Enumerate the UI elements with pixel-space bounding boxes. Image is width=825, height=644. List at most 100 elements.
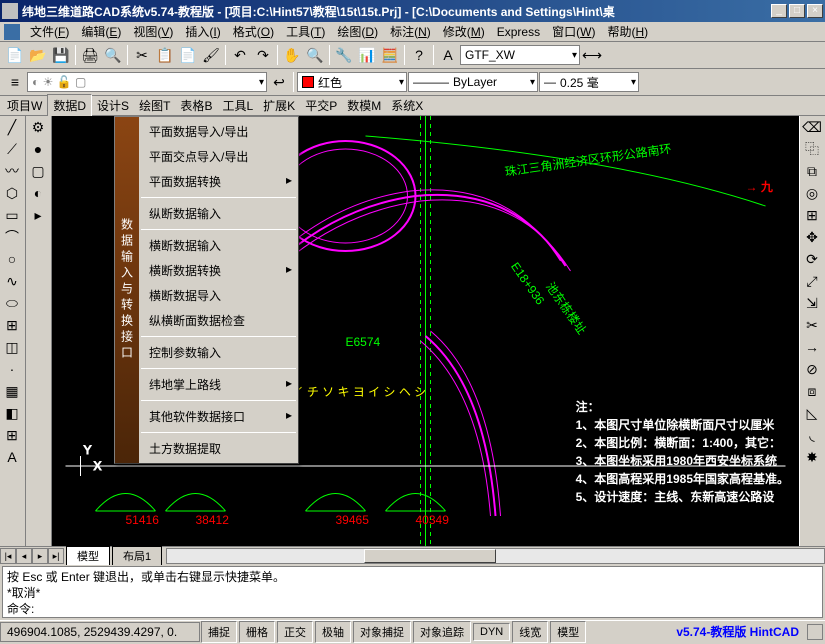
status-DYN[interactable]: DYN xyxy=(473,623,510,641)
mirror-icon[interactable]: ⧉ xyxy=(800,160,824,182)
h4-icon[interactable]: ◐ xyxy=(26,182,50,204)
submenu-扩展K[interactable]: 扩展K xyxy=(258,95,300,116)
pline-icon[interactable]: 〰 xyxy=(0,160,24,182)
dim-icon[interactable]: ⟷ xyxy=(581,44,603,66)
menu-窗口(W)[interactable]: 窗口(W) xyxy=(546,21,601,42)
menuitem-纵断数据输入[interactable]: 纵断数据输入 xyxy=(139,201,298,226)
status-极轴[interactable]: 极轴 xyxy=(315,621,351,643)
menu-Express[interactable]: Express xyxy=(491,23,546,41)
menu-格式(O)[interactable]: 格式(O) xyxy=(227,21,280,42)
textstyle-icon[interactable]: A xyxy=(437,44,459,66)
submenu-表格B[interactable]: 表格B xyxy=(175,95,217,116)
drawing-canvas[interactable]: 51416 38412 39465 40349 ツ サ ヘ イ チ ソ キ ヨ … xyxy=(52,116,799,546)
paste-icon[interactable]: 📄 xyxy=(177,44,199,66)
menu-标注(N)[interactable]: 标注(N) xyxy=(384,21,437,42)
menu-插入(I)[interactable]: 插入(I) xyxy=(179,21,226,42)
hatch-icon[interactable]: ▦ xyxy=(0,380,24,402)
fillet-icon[interactable]: ◟ xyxy=(800,424,824,446)
submenu-数模M[interactable]: 数模M xyxy=(342,95,386,116)
submenu-平交P[interactable]: 平交P xyxy=(300,95,342,116)
menuitem-横断数据导入[interactable]: 横断数据导入 xyxy=(139,283,298,308)
break-icon[interactable]: ⊘ xyxy=(800,358,824,380)
menuitem-平面数据转换[interactable]: 平面数据转换 xyxy=(139,169,298,194)
h2-icon[interactable]: ● xyxy=(26,138,50,160)
zoom-icon[interactable]: 🔍 xyxy=(304,44,326,66)
menu-绘图(D)[interactable]: 绘图(D) xyxy=(331,21,384,42)
open-icon[interactable]: 📂 xyxy=(27,44,49,66)
save-icon[interactable]: 💾 xyxy=(50,44,72,66)
status-线宽[interactable]: 线宽 xyxy=(512,621,548,643)
table-icon[interactable]: ⊞ xyxy=(0,424,24,446)
text-icon[interactable]: A xyxy=(0,446,24,468)
status-捕捉[interactable]: 捕捉 xyxy=(201,621,237,643)
circle-icon[interactable]: ○ xyxy=(0,248,24,270)
layer-combo[interactable]: ◐ ☀ 🔓 ▢ xyxy=(27,72,267,92)
h5-icon[interactable]: ▸ xyxy=(26,204,50,226)
submenu-项目W[interactable]: 项目W xyxy=(2,95,47,116)
submenu-绘图T[interactable]: 绘图T xyxy=(134,95,175,116)
status-栅格[interactable]: 栅格 xyxy=(239,621,275,643)
extend-icon[interactable]: → xyxy=(800,336,824,358)
menuitem-横断数据转换[interactable]: 横断数据转换 xyxy=(139,258,298,283)
h1-icon[interactable]: ⚙ xyxy=(26,116,50,138)
menu-文件(F)[interactable]: 文件(F) xyxy=(24,21,75,42)
prop-icon[interactable]: 📊 xyxy=(356,44,378,66)
menu-帮助(H)[interactable]: 帮助(H) xyxy=(601,21,654,42)
scale-icon[interactable]: ⤢ xyxy=(800,270,824,292)
match-icon[interactable]: 🖌 xyxy=(200,44,222,66)
status-对象捕捉[interactable]: 对象捕捉 xyxy=(353,621,411,643)
tool-icon[interactable]: 🔧 xyxy=(333,44,355,66)
stretch-icon[interactable]: ⇲ xyxy=(800,292,824,314)
color-combo[interactable]: 红色 xyxy=(297,72,407,92)
pan-icon[interactable]: ✋ xyxy=(281,44,303,66)
coords-panel[interactable]: 496904.1085, 2529439.4297, 0. xyxy=(0,622,200,642)
submenu-设计S[interactable]: 设计S xyxy=(92,95,134,116)
cut-icon[interactable]: ✂ xyxy=(131,44,153,66)
new-icon[interactable]: 📄 xyxy=(4,44,26,66)
lineweight-combo[interactable]: — 0.25 毫 xyxy=(539,72,639,92)
hscrollbar[interactable] xyxy=(166,548,825,564)
point-icon[interactable]: · xyxy=(0,358,24,380)
menu-工具(T)[interactable]: 工具(T) xyxy=(280,21,331,42)
layer-prev-icon[interactable]: ↩ xyxy=(268,71,290,93)
polygon-icon[interactable]: ⬡ xyxy=(0,182,24,204)
array-icon[interactable]: ⊞ xyxy=(800,204,824,226)
menuitem-纵横断面数据检查[interactable]: 纵横断面数据检查 xyxy=(139,308,298,333)
linetype-combo[interactable]: ——— ByLayer xyxy=(408,72,538,92)
help-icon[interactable]: ? xyxy=(408,44,430,66)
tray-icon[interactable] xyxy=(807,624,823,640)
textstyle-combo[interactable]: GTF_XW xyxy=(460,45,580,65)
menuitem-控制参数输入[interactable]: 控制参数输入 xyxy=(139,340,298,365)
minimize-button[interactable]: _ xyxy=(771,4,787,18)
tab-prev[interactable]: ◂ xyxy=(16,548,32,564)
status-正交[interactable]: 正交 xyxy=(277,621,313,643)
arc-icon[interactable]: ⌒ xyxy=(0,226,24,248)
preview-icon[interactable]: 🔍 xyxy=(102,44,124,66)
menuitem-其他软件数据接口[interactable]: 其他软件数据接口 xyxy=(139,404,298,429)
rect-icon[interactable]: ▭ xyxy=(0,204,24,226)
rotate-icon[interactable]: ⟳ xyxy=(800,248,824,270)
tab-next[interactable]: ▸ xyxy=(32,548,48,564)
chamfer-icon[interactable]: ◺ xyxy=(800,402,824,424)
offset-icon[interactable]: ◎ xyxy=(800,182,824,204)
status-模型[interactable]: 模型 xyxy=(550,621,586,643)
tab-model[interactable]: 模型 xyxy=(66,546,110,565)
submenu-数据D[interactable]: 数据D xyxy=(47,94,92,117)
join-icon[interactable]: ⧈ xyxy=(800,380,824,402)
command-line[interactable]: 按 Esc 或 Enter 键退出，或单击右键显示快捷菜单。 *取消* 命令: xyxy=(2,566,823,618)
h3-icon[interactable]: ▢ xyxy=(26,160,50,182)
submenu-工具L[interactable]: 工具L xyxy=(217,95,258,116)
trim-icon[interactable]: ✂ xyxy=(800,314,824,336)
line-icon[interactable]: ╱ xyxy=(0,116,24,138)
xline-icon[interactable]: ⟋ xyxy=(0,138,24,160)
status-对象追踪[interactable]: 对象追踪 xyxy=(413,621,471,643)
maximize-button[interactable]: □ xyxy=(789,4,805,18)
tab-first[interactable]: |◂ xyxy=(0,548,16,564)
submenu-系统X[interactable]: 系统X xyxy=(386,95,428,116)
menu-编辑(E)[interactable]: 编辑(E) xyxy=(75,21,127,42)
tab-last[interactable]: ▸| xyxy=(48,548,64,564)
region-icon[interactable]: ◧ xyxy=(0,402,24,424)
ellipse-icon[interactable]: ⬭ xyxy=(0,292,24,314)
menuitem-土方数据提取[interactable]: 土方数据提取 xyxy=(139,436,298,461)
block-icon[interactable]: ◫ xyxy=(0,336,24,358)
